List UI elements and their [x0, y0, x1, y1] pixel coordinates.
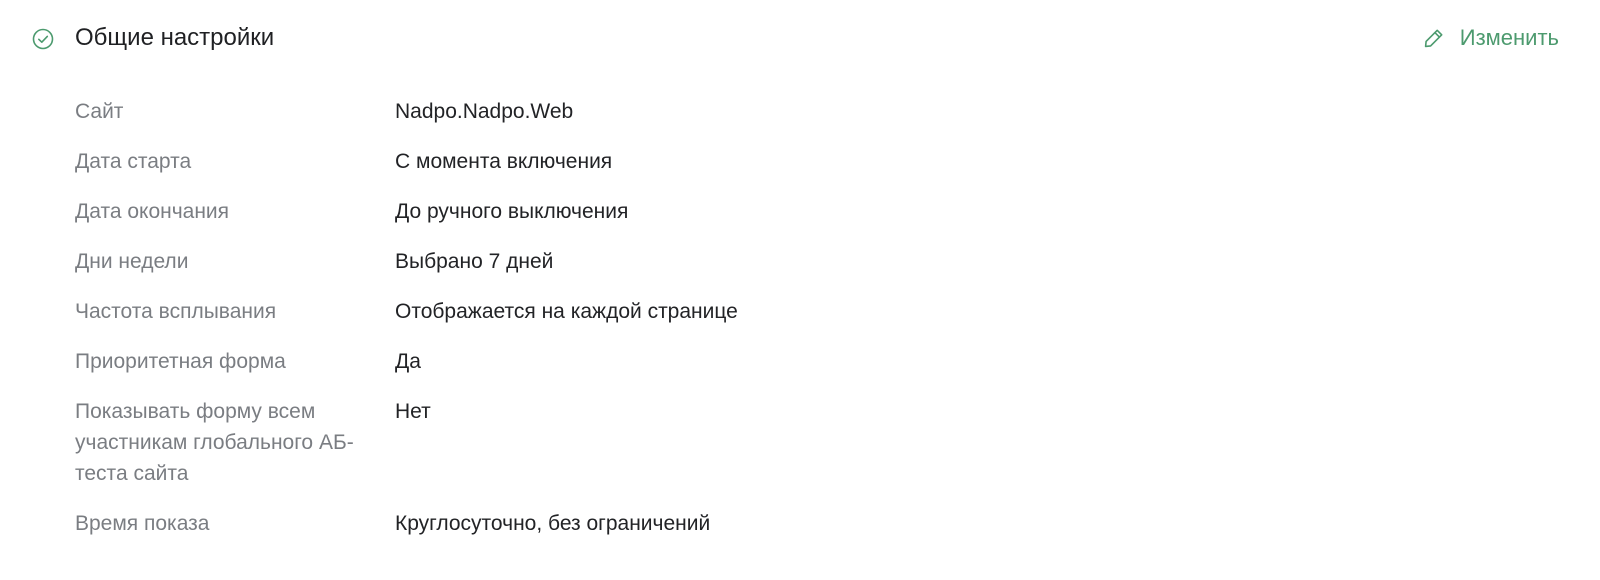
row-label: Частота всплывания: [75, 300, 277, 323]
row-label: Дата старта: [75, 150, 192, 173]
section-header: Общие настройки Изменить: [0, 0, 1600, 78]
settings-row-site: Сайт Nadpo.Nadpo.Web: [75, 96, 1525, 127]
edit-button[interactable]: Изменить: [1422, 22, 1559, 54]
section-title: Общие настройки: [75, 24, 275, 51]
row-value: Nadpo.Nadpo.Web: [395, 100, 574, 123]
row-value: Да: [395, 350, 421, 373]
row-label: Дни недели: [75, 250, 189, 273]
settings-row-display-time: Время показа Круглосуточно, без ограниче…: [75, 508, 1525, 539]
row-value: Выбрано 7 дней: [395, 250, 554, 273]
edit-button-label: Изменить: [1459, 25, 1559, 50]
row-label: Время показа: [75, 512, 210, 535]
settings-row-end-date: Дата окончания До ручного выключения: [75, 196, 1525, 227]
row-value: До ручного выключения: [395, 200, 629, 223]
settings-row-priority-form: Приоритетная форма Да: [75, 346, 1525, 377]
general-settings-section: Общие настройки Изменить Сайт Nadpo.Nadp…: [0, 0, 1600, 580]
settings-row-start-date: Дата старта С момента включения: [75, 146, 1525, 177]
settings-row-popup-frequency: Частота всплывания Отображается на каждо…: [75, 296, 1525, 327]
row-value: Отображается на каждой странице: [395, 300, 738, 323]
row-value: Круглосуточно, без ограничений: [395, 512, 711, 535]
row-label: Показывать форму всем участникам глобаль…: [75, 400, 354, 485]
row-value: Нет: [395, 400, 431, 423]
row-label: Приоритетная форма: [75, 350, 286, 373]
settings-list: Сайт Nadpo.Nadpo.Web Дата старта С момен…: [75, 96, 1525, 539]
settings-row-weekdays: Дни недели Выбрано 7 дней: [75, 246, 1525, 277]
pencil-icon: [1422, 26, 1446, 50]
row-value: С момента включения: [395, 150, 613, 173]
check-circle-icon: [31, 27, 55, 51]
row-label: Дата окончания: [75, 200, 230, 223]
settings-row-ab-test: Показывать форму всем участникам глобаль…: [75, 396, 1525, 489]
row-label: Сайт: [75, 100, 124, 123]
